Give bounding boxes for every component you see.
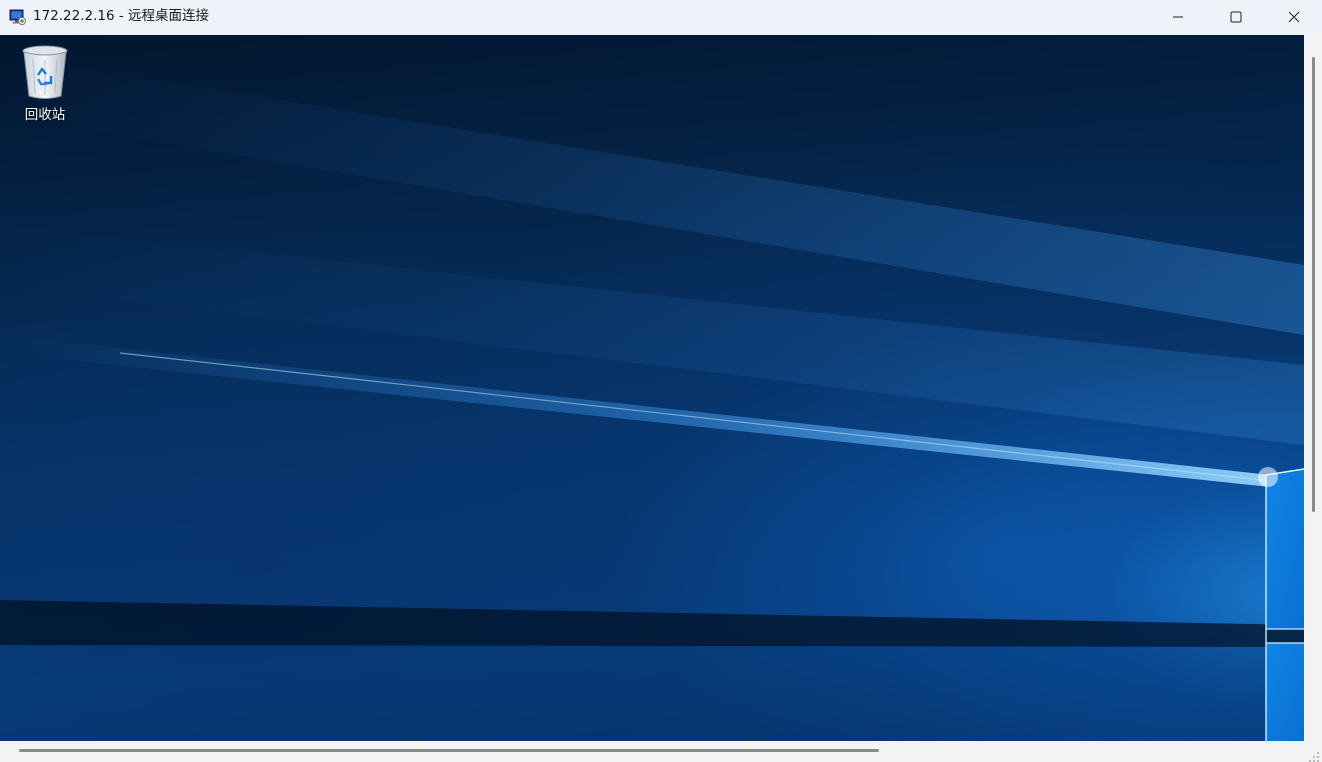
- maximize-button[interactable]: [1207, 0, 1265, 35]
- desktop-icon-recycle-bin[interactable]: 回收站: [10, 43, 80, 125]
- close-icon: [1288, 8, 1300, 27]
- remote-desktop-icon[interactable]: [9, 8, 27, 26]
- title-bar[interactable]: 172.22.2.16 - 远程桌面连接: [0, 0, 1322, 35]
- window-title: 172.22.2.16 - 远程桌面连接: [33, 8, 210, 24]
- minimize-button[interactable]: [1149, 0, 1207, 35]
- remote-desktop-surface[interactable]: 回收站: [0, 35, 1304, 741]
- vertical-scrollbar-thumb[interactable]: [1312, 57, 1315, 512]
- maximize-icon: [1230, 8, 1242, 27]
- resize-grip-icon: [1304, 747, 1322, 762]
- recycle-bin-label: 回收站: [24, 107, 66, 123]
- horizontal-scrollbar[interactable]: [0, 741, 1304, 762]
- resize-grip[interactable]: [1304, 741, 1322, 762]
- vertical-scrollbar[interactable]: [1304, 35, 1322, 741]
- minimize-icon: [1172, 8, 1184, 27]
- close-button[interactable]: [1265, 0, 1322, 35]
- horizontal-scrollbar-thumb[interactable]: [19, 749, 879, 752]
- remote-desktop-window: 172.22.2.16 - 远程桌面连接 回收站: [0, 0, 1322, 762]
- wallpaper: [0, 55, 1304, 741]
- recycle-bin-icon: [19, 43, 71, 101]
